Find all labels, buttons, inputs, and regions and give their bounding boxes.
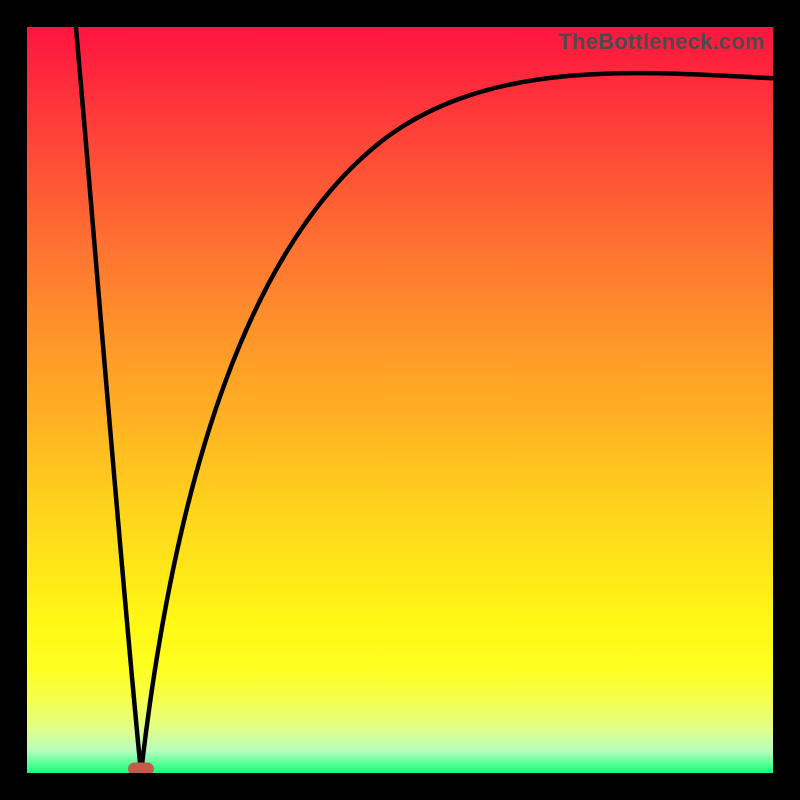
- left-branch-curve: [75, 27, 141, 773]
- plot-area: TheBottleneck.com: [27, 27, 773, 773]
- watermark-text: TheBottleneck.com: [559, 29, 765, 55]
- curve-layer: [27, 27, 773, 773]
- chart-frame: TheBottleneck.com: [0, 0, 800, 800]
- right-branch-curve: [141, 73, 773, 773]
- optimum-marker: [128, 763, 154, 774]
